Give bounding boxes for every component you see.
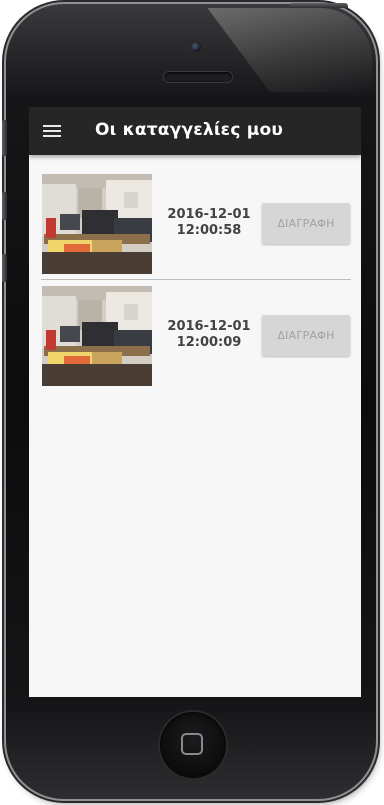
report-date: 2016-12-01	[167, 319, 251, 334]
report-item: 2016-12-01 12:00:09 ΔΙΑΓΡΑΦΗ	[29, 279, 361, 391]
report-thumbnail[interactable]	[42, 286, 152, 386]
page-title: Οι καταγγελίες μου	[95, 120, 284, 140]
delete-button[interactable]: ΔΙΑΓΡΑΦΗ	[262, 315, 350, 356]
home-button[interactable]	[160, 712, 226, 778]
volume-down-button	[2, 254, 7, 282]
report-list: 2016-12-01 12:00:58 ΔΙΑΓΡΑΦΗ 2016-12-01 …	[29, 167, 361, 391]
mute-switch	[2, 120, 7, 156]
report-time: 12:00:58	[176, 223, 242, 238]
office-photo-image	[42, 286, 152, 386]
report-timestamp: 2016-12-01 12:00:58	[159, 207, 259, 239]
front-camera	[191, 42, 201, 52]
app-bar: Οι καταγγελίες μου	[29, 107, 361, 155]
report-timestamp: 2016-12-01 12:00:09	[159, 319, 259, 351]
report-time: 12:00:09	[176, 335, 242, 350]
volume-up-button	[2, 192, 7, 220]
power-button	[290, 3, 348, 8]
hamburger-menu-icon[interactable]	[43, 124, 63, 138]
report-thumbnail[interactable]	[42, 174, 152, 274]
office-photo-image	[42, 174, 152, 274]
report-date: 2016-12-01	[167, 207, 251, 222]
home-square-icon	[181, 733, 203, 755]
delete-button[interactable]: ΔΙΑΓΡΑΦΗ	[262, 203, 350, 244]
report-item: 2016-12-01 12:00:58 ΔΙΑΓΡΑΦΗ	[29, 167, 361, 280]
app-screen: Οι καταγγελίες μου 2016-12-01 12:00:58 Δ…	[29, 107, 361, 697]
earpiece-speaker	[164, 72, 232, 82]
